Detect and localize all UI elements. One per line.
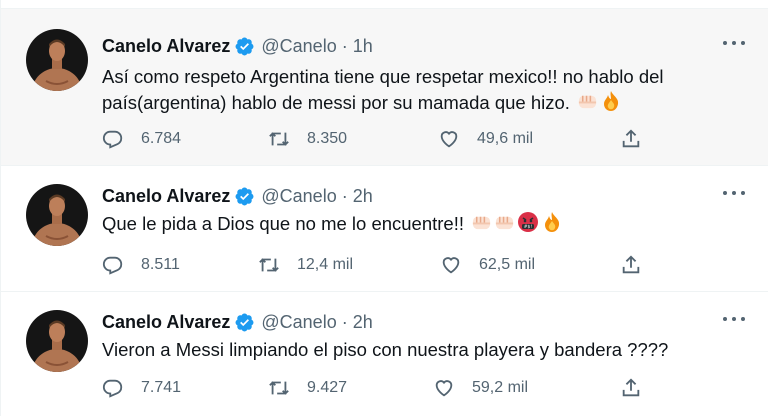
reply-icon: [102, 256, 123, 275]
reply-button[interactable]: 7.741: [102, 376, 181, 400]
more-icon[interactable]: [723, 188, 745, 198]
like-icon: [440, 131, 458, 148]
retweet-icon: [269, 381, 289, 395]
share-icon: [622, 129, 640, 148]
author-name[interactable]: Canelo Alvarez: [102, 312, 230, 333]
author-name[interactable]: Canelo Alvarez: [102, 186, 230, 207]
avatar[interactable]: [26, 184, 88, 246]
avatar[interactable]: [26, 310, 88, 372]
tweet-text: Que le pida a Dios que no me lo encuentr…: [102, 211, 722, 240]
reply-count: 7.741: [141, 379, 182, 396]
fire-emoji: [541, 211, 563, 240]
reply-icon: [102, 379, 123, 398]
timestamp[interactable]: 2h: [353, 312, 373, 333]
retweet-button[interactable]: 8.350: [268, 127, 347, 151]
fist-emoji: [471, 212, 492, 240]
verified-badge-icon: [234, 312, 255, 333]
cursing-face-emoji: #$!: [517, 211, 539, 240]
reply-count: 8.511: [141, 256, 180, 273]
timestamp[interactable]: 1h: [353, 36, 373, 57]
tweet-header: Canelo Alvarez @Canelo · 2h: [102, 184, 373, 208]
reply-button[interactable]: 8.511: [102, 253, 180, 277]
author-handle[interactable]: @Canelo: [261, 186, 336, 207]
verified-badge-icon: [234, 36, 255, 57]
tweet-text-body: Vieron a Messi limpiando el piso con nue…: [102, 339, 669, 360]
fist-emoji: [577, 91, 598, 119]
tweet-text-body: Que le pida a Dios que no me lo encuentr…: [102, 213, 465, 234]
like-icon: [435, 380, 453, 397]
reply-count: 6.784: [141, 130, 182, 147]
retweet-count: 9.427: [307, 379, 348, 396]
reply-button[interactable]: 6.784: [102, 127, 181, 151]
retweet-count: 8.350: [307, 130, 348, 147]
tweet-feed: Canelo Alvarez @Canelo · 1h Así como res…: [0, 0, 768, 416]
author-handle[interactable]: @Canelo: [261, 36, 336, 57]
retweet-icon: [269, 132, 289, 146]
share-button[interactable]: [620, 253, 642, 277]
author-name[interactable]: Canelo Alvarez: [102, 36, 230, 57]
tweet-3[interactable]: Canelo Alvarez @Canelo · 2h Vieron a Mes…: [1, 292, 768, 416]
author-handle[interactable]: @Canelo: [261, 312, 336, 333]
like-button[interactable]: 62,5 mil: [440, 253, 535, 277]
share-icon: [622, 255, 640, 274]
retweet-count: 12,4 mil: [297, 256, 354, 273]
more-icon[interactable]: [723, 314, 745, 324]
like-count: 49,6 mil: [477, 130, 534, 147]
tweet-text: Así como respeto Argentina tiene que res…: [102, 64, 722, 119]
share-button[interactable]: [620, 127, 642, 151]
share-button[interactable]: [620, 376, 642, 400]
retweet-button[interactable]: 12,4 mil: [258, 253, 353, 277]
share-icon: [622, 378, 640, 397]
reply-icon: [102, 130, 123, 149]
like-button[interactable]: 49,6 mil: [438, 127, 533, 151]
tweet-1[interactable]: Canelo Alvarez @Canelo · 1h Así como res…: [1, 8, 768, 166]
separator-dot: ·: [341, 35, 348, 56]
tweet-actions: 7.741 9.427 59,2 mil: [102, 376, 662, 400]
svg-text:#$!: #$!: [524, 224, 533, 230]
fire-emoji: [600, 90, 622, 119]
fist-emoji: [494, 212, 515, 240]
like-button[interactable]: 59,2 mil: [433, 376, 528, 400]
separator-dot: ·: [341, 311, 348, 332]
tweet-actions: 6.784 8.350 49,6 mil: [102, 127, 662, 151]
avatar-photo: [26, 184, 88, 246]
tweet-actions: 8.511 12,4 mil 62,5 mil: [102, 253, 662, 277]
tweet-header: Canelo Alvarez @Canelo · 2h: [102, 310, 373, 334]
like-icon: [442, 257, 460, 274]
more-icon[interactable]: [723, 38, 745, 48]
tweet-text: Vieron a Messi limpiando el piso con nue…: [102, 337, 722, 363]
timestamp[interactable]: 2h: [353, 186, 373, 207]
avatar-photo: [26, 310, 88, 372]
like-count: 62,5 mil: [479, 256, 536, 273]
separator-dot: ·: [341, 185, 348, 206]
retweet-button[interactable]: 9.427: [268, 376, 347, 400]
avatar-photo: [26, 29, 88, 91]
tweet-2[interactable]: Canelo Alvarez @Canelo · 2h Que le pida …: [1, 166, 768, 292]
like-count: 59,2 mil: [472, 379, 529, 396]
retweet-icon: [259, 258, 279, 272]
tweet-header: Canelo Alvarez @Canelo · 1h: [102, 34, 373, 58]
verified-badge-icon: [234, 186, 255, 207]
avatar[interactable]: [26, 29, 88, 91]
